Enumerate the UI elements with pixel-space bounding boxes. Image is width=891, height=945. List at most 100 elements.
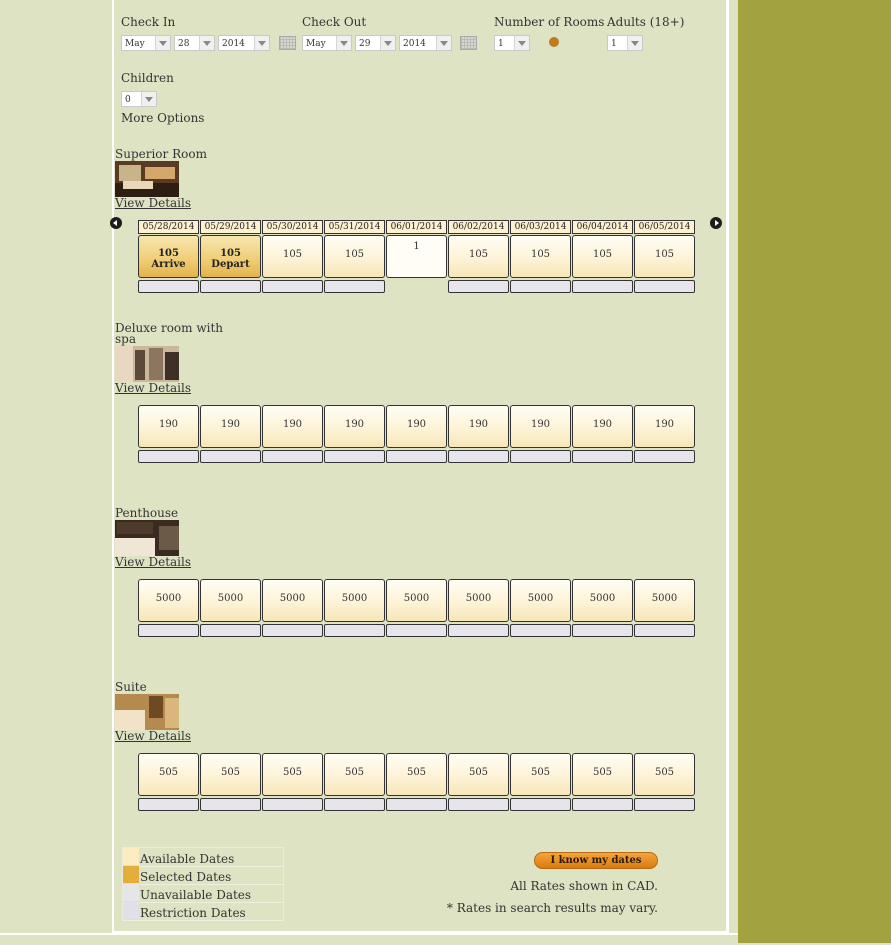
rate-cell[interactable]: 505 <box>386 753 447 796</box>
rate-cell[interactable]: 190 <box>572 405 633 448</box>
check-out-year-select[interactable]: 2014 <box>399 35 452 51</box>
restriction-bar <box>634 798 695 811</box>
rate-cell[interactable]: 105 Depart <box>200 235 261 278</box>
check-out-day-select[interactable]: 29 <box>355 35 396 51</box>
rate-cell[interactable]: 505 <box>262 753 323 796</box>
view-details-link[interactable]: View Details <box>115 555 191 569</box>
room-name: Suite <box>115 680 147 694</box>
check-in-year-select[interactable]: 2014 <box>218 35 270 51</box>
rate-cell[interactable]: 105 Arrive <box>138 235 199 278</box>
check-in-day-select[interactable]: 28 <box>174 35 215 51</box>
rate-cell[interactable]: 190 <box>138 405 199 448</box>
date-header: 05/30/2014 <box>262 220 323 234</box>
rate-value: 505 <box>406 767 427 778</box>
legend-item: Unavailable Dates <box>123 884 283 903</box>
rate-cell[interactable]: 190 <box>262 405 323 448</box>
chevron-down-icon <box>336 36 351 50</box>
rate-value: 190 <box>282 419 303 430</box>
rate-value: 505 <box>530 767 551 778</box>
rate-cell[interactable]: 105 <box>510 235 571 278</box>
rate-cell[interactable]: 5000 <box>324 579 385 622</box>
rate-cell[interactable]: 5000 <box>448 579 509 622</box>
rate-cell[interactable]: 105 <box>572 235 633 278</box>
rate-cell[interactable]: 190 <box>448 405 509 448</box>
rate-cell[interactable]: 5000 <box>572 579 633 622</box>
restriction-bar <box>510 798 571 811</box>
date-header: 06/04/2014 <box>572 220 633 234</box>
restriction-bar <box>324 450 385 463</box>
rate-cell[interactable]: 505 <box>324 753 385 796</box>
check-out-month-select[interactable]: May <box>302 35 352 51</box>
room-thumbnail[interactable] <box>115 161 179 197</box>
rate-cell[interactable]: 5000 <box>138 579 199 622</box>
rate-cell[interactable]: 5000 <box>510 579 571 622</box>
right-background <box>738 0 891 943</box>
restriction-bar <box>262 450 323 463</box>
room-thumbnail[interactable] <box>115 520 179 556</box>
room-thumbnail[interactable] <box>115 694 179 730</box>
rate-cell[interactable]: 5000 <box>634 579 695 622</box>
currency-note: All Rates shown in CAD. <box>510 879 658 893</box>
rate-cell[interactable]: 105 <box>448 235 509 278</box>
rate-value: 105 <box>220 248 241 259</box>
rate-value: 505 <box>220 767 241 778</box>
rate-cell[interactable]: 105 <box>634 235 695 278</box>
check-in-label: Check In <box>121 15 176 29</box>
rate-cell[interactable]: 505 <box>634 753 695 796</box>
previous-dates-arrow-icon[interactable] <box>110 217 122 229</box>
restriction-bar <box>510 450 571 463</box>
rate-cell[interactable]: 505 <box>138 753 199 796</box>
legend-label: Selected Dates <box>140 870 232 884</box>
legend-item: Restriction Dates <box>123 902 283 921</box>
rate-cell[interactable]: 5000 <box>262 579 323 622</box>
rate-cell[interactable]: 190 <box>324 405 385 448</box>
view-details-link[interactable]: View Details <box>115 196 191 210</box>
chevron-down-icon <box>514 36 529 50</box>
children-select[interactable]: 0 <box>121 91 157 107</box>
left-margin <box>0 0 112 943</box>
more-options-link[interactable]: More Options <box>121 111 204 125</box>
rate-cell[interactable]: 105 <box>324 235 385 278</box>
room-name: Penthouse <box>115 506 179 520</box>
i-know-my-dates-button[interactable]: I know my dates <box>534 852 658 869</box>
chevron-down-icon <box>627 36 642 50</box>
rate-value: 190 <box>158 419 179 430</box>
rate-cell[interactable]: 5000 <box>200 579 261 622</box>
date-header: 06/02/2014 <box>448 220 509 234</box>
restriction-bar <box>386 624 447 637</box>
next-dates-arrow-icon[interactable] <box>710 217 722 229</box>
adults-select[interactable]: 1 <box>607 35 643 51</box>
restriction-bar <box>200 280 261 293</box>
rates-vary-note: * Rates in search results may vary. <box>446 901 658 915</box>
help-icon[interactable] <box>549 37 559 47</box>
rate-value: 5000 <box>279 593 306 604</box>
chevron-down-icon <box>254 36 269 50</box>
rate-value: 5000 <box>589 593 616 604</box>
check-out-calendar-icon[interactable] <box>460 36 477 50</box>
check-in-month-select[interactable]: May <box>121 35 171 51</box>
rate-cell[interactable]: 505 <box>200 753 261 796</box>
rate-value: 105 <box>654 249 675 260</box>
restriction-bar <box>324 280 385 293</box>
restriction-bar <box>262 280 323 293</box>
room-thumbnail[interactable] <box>115 346 179 382</box>
rate-cell[interactable]: 190 <box>386 405 447 448</box>
view-details-link[interactable]: View Details <box>115 729 191 743</box>
rooms-select[interactable]: 1 <box>494 35 530 51</box>
check-in-calendar-icon[interactable] <box>279 36 296 50</box>
view-details-link[interactable]: View Details <box>115 381 191 395</box>
rate-cell[interactable]: 105 <box>262 235 323 278</box>
restriction-bar <box>448 798 509 811</box>
rate-cell[interactable]: 1 <box>386 235 447 278</box>
rate-cell[interactable]: 5000 <box>386 579 447 622</box>
restriction-bar <box>448 280 509 293</box>
rate-cell[interactable]: 190 <box>510 405 571 448</box>
legend-swatch-unavailable <box>123 884 139 901</box>
rate-cell[interactable]: 505 <box>510 753 571 796</box>
rate-cell[interactable]: 190 <box>200 405 261 448</box>
rate-cell[interactable]: 190 <box>634 405 695 448</box>
restriction-bar <box>572 450 633 463</box>
rate-cell[interactable]: 505 <box>572 753 633 796</box>
rate-cell[interactable]: 505 <box>448 753 509 796</box>
date-header: 05/28/2014 <box>138 220 199 234</box>
